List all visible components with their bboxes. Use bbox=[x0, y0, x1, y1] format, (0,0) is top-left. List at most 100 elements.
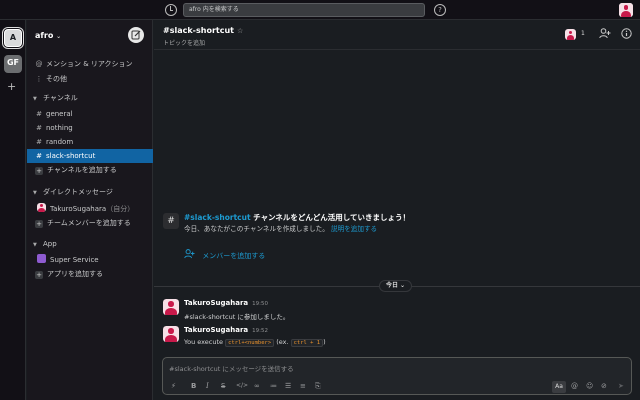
message-text: You execute ctrl+<number> (ex. ctrl + 1) bbox=[184, 338, 326, 347]
add-members-button[interactable]: メンバーを追加する bbox=[184, 249, 265, 261]
channel-label: general bbox=[46, 110, 73, 118]
add-description-link[interactable]: 説明を追加する bbox=[331, 225, 377, 233]
caret-down-icon: ▼ bbox=[33, 242, 37, 248]
add-user-icon[interactable] bbox=[599, 28, 611, 41]
workspace-gf-button[interactable]: GF bbox=[4, 55, 22, 73]
sidebar-item-mentions[interactable]: @ メンション & リアクション bbox=[27, 57, 153, 71]
member-count: 1 bbox=[581, 30, 585, 37]
avatar[interactable] bbox=[163, 326, 179, 342]
dm-user-label: TakuroSugahara bbox=[50, 205, 107, 213]
channel-title-label: #slack-shortcut bbox=[163, 26, 234, 35]
date-pill-button[interactable]: 今日 ⌄ bbox=[379, 280, 412, 292]
intro-desc-text: 今日、あなたがこのチャンネルを作成しました。 bbox=[184, 225, 329, 233]
user-avatar[interactable] bbox=[619, 3, 633, 17]
plus-icon: + bbox=[35, 167, 43, 175]
channel-header: #slack-shortcut ☆ トピックを追加 1 bbox=[154, 20, 640, 50]
mention-icon[interactable]: @ bbox=[571, 382, 578, 390]
section-channels[interactable]: ▼ チャンネル bbox=[27, 91, 153, 105]
help-icon[interactable]: ? bbox=[434, 4, 446, 16]
code-block-icon[interactable]: ⎘ bbox=[315, 382, 321, 391]
sidebar-item-slack-shortcut[interactable]: # slack-shortcut bbox=[27, 149, 153, 163]
message-text-part: (ex. bbox=[274, 338, 291, 346]
ordered-list-icon[interactable]: ≔ bbox=[270, 382, 277, 390]
sidebar-item-more[interactable]: ⋮ その他 bbox=[27, 72, 153, 86]
caret-down-icon: ▼ bbox=[33, 190, 37, 196]
format-toggle-button[interactable]: Aa bbox=[552, 381, 566, 393]
strikethrough-icon[interactable]: S bbox=[221, 382, 225, 390]
italic-icon[interactable]: I bbox=[206, 382, 209, 390]
section-label: チャンネル bbox=[43, 94, 78, 102]
plus-icon: + bbox=[35, 220, 43, 228]
attachment-icon[interactable]: ⊘ bbox=[601, 382, 607, 390]
message-input[interactable]: #slack-shortcut にメッセージを送信する bbox=[169, 363, 294, 373]
message-text: #slack-shortcut に参加しました。 bbox=[184, 313, 290, 321]
message-text-part: ) bbox=[323, 338, 326, 346]
author-name[interactable]: TakuroSugahara bbox=[184, 299, 248, 307]
add-workspace-icon[interactable]: + bbox=[7, 80, 16, 93]
intro-title-text: チャンネルをどんどん活用していきましょう！ bbox=[250, 213, 410, 222]
link-icon[interactable]: ∞ bbox=[254, 382, 260, 390]
workspace-name[interactable]: afro ⌄ bbox=[35, 31, 61, 40]
section-label: ダイレクトメッセージ bbox=[43, 188, 113, 196]
emoji-icon[interactable]: ☺ bbox=[586, 382, 593, 390]
add-topic-link[interactable]: トピックを追加 bbox=[163, 38, 205, 47]
author-name[interactable]: TakuroSugahara bbox=[184, 326, 248, 334]
workspace-rail: A GF + bbox=[0, 20, 26, 400]
compose-button[interactable] bbox=[128, 27, 144, 43]
star-icon[interactable]: ☆ bbox=[237, 27, 243, 35]
section-direct-messages[interactable]: ▼ ダイレクトメッセージ bbox=[27, 185, 153, 199]
add-team-label: チームメンバーを追加する bbox=[47, 219, 131, 227]
top-bar: afro 内を検索する ? bbox=[0, 0, 640, 20]
plus-icon: + bbox=[35, 271, 43, 279]
sidebar-item-dm-self[interactable]: TakuroSugahara（自分） bbox=[27, 202, 153, 216]
sidebar-item-app[interactable]: Super Service bbox=[27, 253, 153, 267]
avatar[interactable] bbox=[163, 299, 179, 315]
message-timestamp[interactable]: 19:50 bbox=[252, 301, 268, 307]
bold-icon[interactable]: B bbox=[191, 382, 196, 390]
section-apps[interactable]: ▼ App bbox=[27, 237, 153, 251]
members-button[interactable]: 1 bbox=[565, 27, 589, 41]
details-icon[interactable] bbox=[621, 28, 632, 41]
app-label: Super Service bbox=[50, 256, 99, 264]
blockquote-icon[interactable]: ≡ bbox=[300, 382, 306, 390]
avatar bbox=[565, 29, 576, 40]
hash-icon: # bbox=[36, 124, 42, 132]
sidebar-item-label: その他 bbox=[46, 75, 67, 83]
at-icon: @ bbox=[35, 60, 43, 68]
section-label: App bbox=[43, 240, 57, 248]
channel-label: slack-shortcut bbox=[46, 152, 96, 160]
send-icon[interactable]: ➤ bbox=[618, 382, 624, 390]
inline-code: ctrl+<number> bbox=[225, 339, 275, 347]
hash-icon: # bbox=[36, 138, 42, 146]
code-icon[interactable]: </> bbox=[236, 382, 248, 389]
composer-toolbar: ⚡ B I S </> ∞ ≔ ☰ ≡ ⎘ Aa @ ☺ ⊘ ➤ bbox=[163, 380, 631, 394]
lightning-icon[interactable]: ⚡ bbox=[171, 382, 176, 390]
more-vertical-icon: ⋮ bbox=[35, 75, 43, 83]
add-app-button[interactable]: + アプリを追加する bbox=[27, 267, 153, 281]
message-text-part: You execute bbox=[184, 338, 226, 346]
message-author: TakuroSugahara 19:50 bbox=[184, 299, 268, 307]
sidebar-item-random[interactable]: # random bbox=[27, 135, 153, 149]
bullet-list-icon[interactable]: ☰ bbox=[285, 382, 291, 390]
inline-code: ctrl + 1 bbox=[290, 339, 324, 347]
hash-icon: # bbox=[36, 152, 42, 160]
workspace-a-button[interactable]: A bbox=[4, 29, 22, 47]
history-icon[interactable] bbox=[165, 4, 177, 16]
intro-description: 今日、あなたがこのチャンネルを作成しました。 説明を追加する bbox=[184, 223, 377, 233]
add-team-member-button[interactable]: + チームメンバーを追加する bbox=[27, 216, 153, 230]
channel-title[interactable]: #slack-shortcut ☆ bbox=[163, 26, 243, 35]
app-icon bbox=[37, 254, 46, 263]
sidebar-item-general[interactable]: # general bbox=[27, 107, 153, 121]
caret-down-icon: ▼ bbox=[33, 96, 37, 102]
channel-label: nothing bbox=[46, 124, 73, 132]
sidebar-item-nothing[interactable]: # nothing bbox=[27, 121, 153, 135]
add-channel-button[interactable]: + チャンネルを追加する bbox=[27, 163, 153, 177]
add-user-icon bbox=[184, 249, 197, 260]
avatar bbox=[37, 203, 46, 212]
search-input[interactable]: afro 内を検索する bbox=[183, 3, 425, 17]
message-composer[interactable]: #slack-shortcut にメッセージを送信する ⚡ B I S </> … bbox=[162, 357, 632, 395]
add-members-label: メンバーを追加する bbox=[202, 252, 266, 260]
intro-channel-link[interactable]: #slack-shortcut bbox=[184, 213, 251, 222]
channel-hash-icon: # bbox=[163, 213, 179, 229]
message-timestamp[interactable]: 19:52 bbox=[252, 328, 268, 334]
